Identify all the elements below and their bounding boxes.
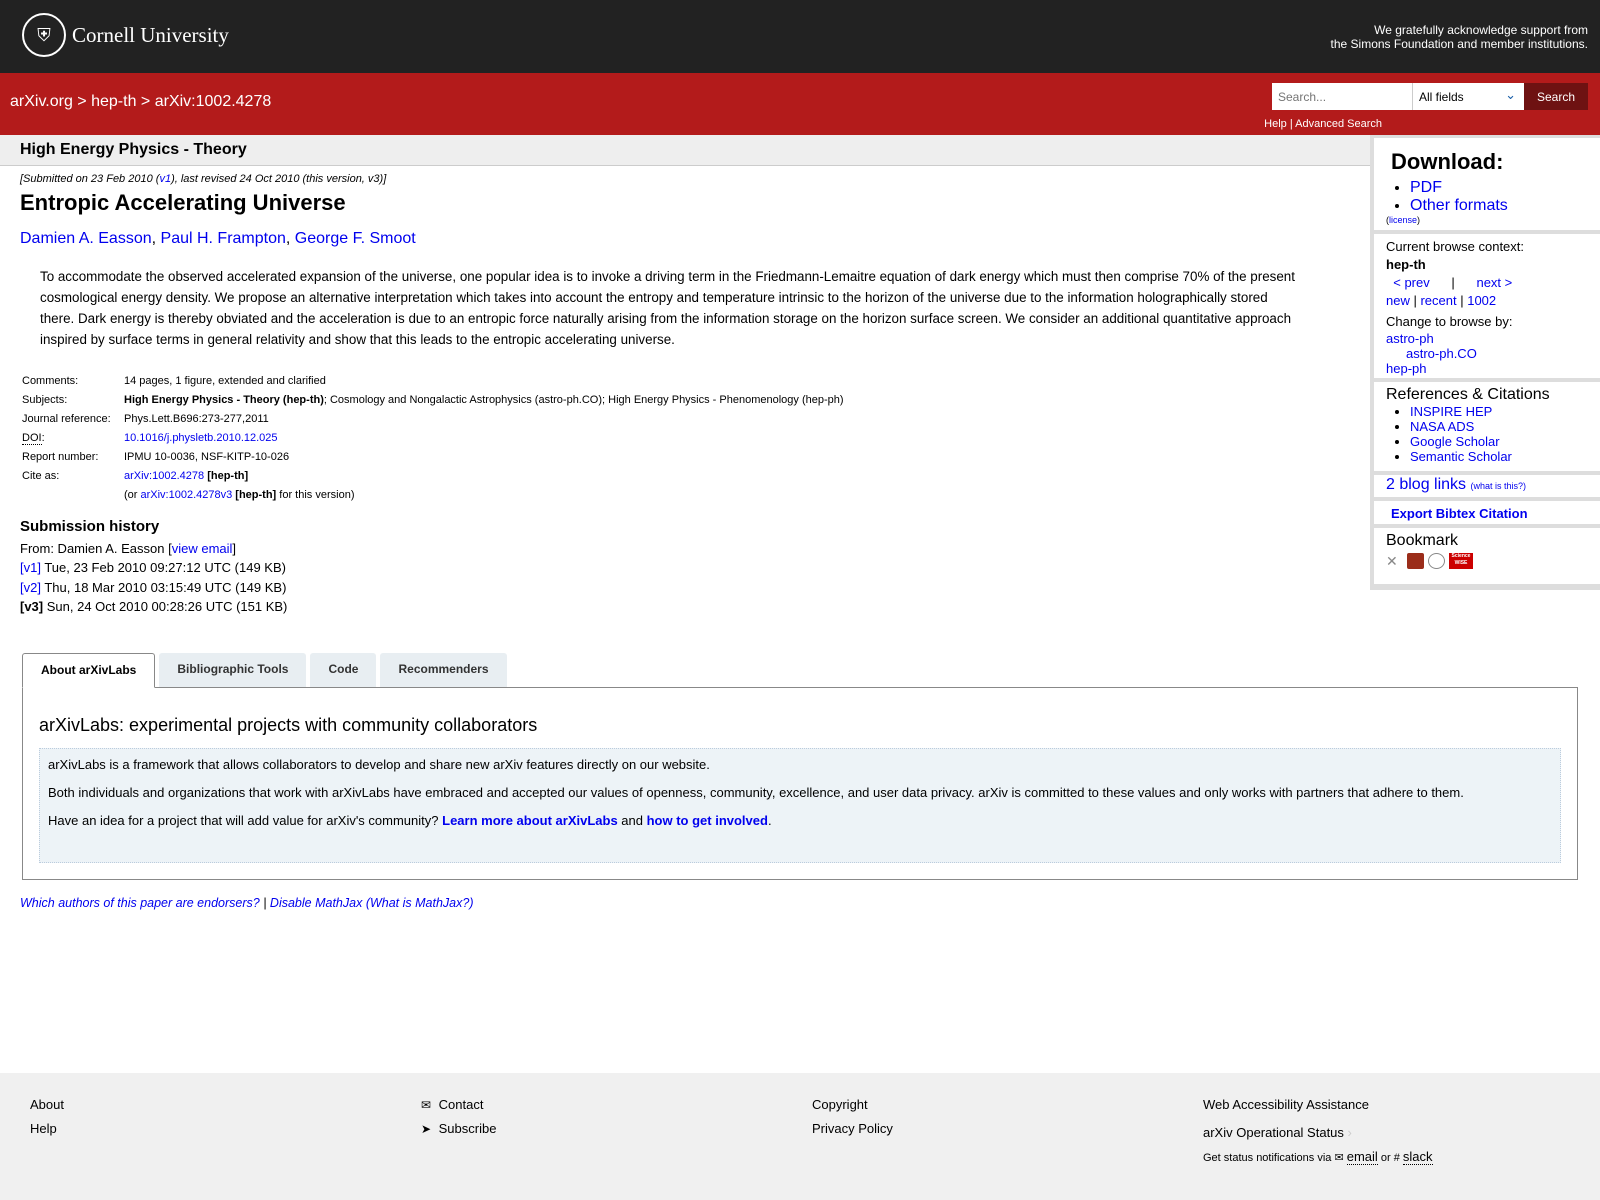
search-form: All fields⌄ Search — [1272, 83, 1588, 110]
author-link[interactable]: Paul H. Frampton — [161, 230, 286, 247]
envelope-icon: ✉ — [1334, 1152, 1344, 1164]
endorser-links: Which authors of this paper are endorser… — [20, 896, 474, 910]
what-is-this-link[interactable]: (what is this?) — [1471, 481, 1527, 491]
breadcrumb: arXiv.org > hep-th > arXiv:1002.4278 — [10, 93, 272, 110]
crumb-paper[interactable]: arXiv:1002.4278 — [155, 93, 272, 110]
labs-panel: arXivLabs: experimental projects with co… — [22, 687, 1578, 880]
other-formats-link[interactable]: Other formats — [1410, 197, 1508, 214]
v1-link[interactable]: v1 — [159, 173, 171, 185]
help-link[interactable]: Help — [1264, 118, 1287, 130]
logo-text: Cornell University — [72, 22, 229, 47]
next-link[interactable]: next > — [1476, 275, 1512, 290]
browse-astro-ph-co[interactable]: astro-ph.CO — [1406, 346, 1477, 361]
disable-mathjax-link[interactable]: Disable MathJax — [270, 896, 362, 910]
paper-main: High Energy Physics - Theory [Submitted … — [0, 135, 1370, 617]
dateline: [Submitted on 23 Feb 2010 (v1), last rev… — [20, 173, 387, 185]
footer-status[interactable]: arXiv Operational Status — [1203, 1125, 1344, 1140]
paper-title: Entropic Accelerating Universe — [20, 190, 346, 215]
export-bibtex-link[interactable]: Export Bibtex Citation — [1391, 506, 1528, 521]
footer-subscribe[interactable]: Subscribe — [439, 1121, 497, 1136]
footer-copyright[interactable]: Copyright — [812, 1097, 868, 1112]
cornell-header: ⛨ Cornell University We gratefully ackno… — [0, 0, 1600, 73]
chevron-down-icon: ⌄ — [1505, 87, 1516, 102]
footer-help[interactable]: Help — [30, 1121, 57, 1136]
browse-astro-ph[interactable]: astro-ph — [1386, 331, 1434, 346]
field-select[interactable]: All fields ⌄ — [1412, 83, 1524, 110]
footer-accessibility[interactable]: Web Accessibility Assistance — [1203, 1097, 1369, 1112]
acknowledgement: We gratefully acknowledge support from th… — [1330, 23, 1588, 51]
learn-more-link[interactable]: Learn more about arXivLabs — [442, 813, 618, 828]
tab-code[interactable]: Code — [310, 653, 377, 687]
browse-hep-ph[interactable]: hep-ph — [1386, 361, 1426, 376]
search-input[interactable] — [1272, 83, 1412, 110]
blog-links[interactable]: 2 blog links — [1386, 476, 1466, 493]
footer-contact[interactable]: Contact — [439, 1097, 484, 1112]
crumb-arxiv[interactable]: arXiv.org — [10, 93, 73, 110]
labs-tabs: About arXivLabs Bibliographic Tools Code… — [22, 653, 507, 688]
reddit-icon[interactable] — [1428, 553, 1445, 569]
sciencewise-icon[interactable]: Science WISE — [1449, 553, 1473, 569]
crumb-hep-th[interactable]: hep-th — [91, 93, 136, 110]
abstract: To accommodate the observed accelerated … — [40, 269, 1295, 347]
google-scholar-link[interactable]: Google Scholar — [1410, 434, 1500, 449]
tab-bibliographic-tools[interactable]: Bibliographic Tools — [159, 653, 307, 687]
get-involved-link[interactable]: how to get involved — [647, 813, 768, 828]
footer: About Help ✉ Contact ➤ Subscribe Copyright… — [0, 1073, 1600, 1200]
slack-icon: # — [1393, 1152, 1400, 1164]
tab-recommenders[interactable]: Recommenders — [380, 653, 507, 687]
status-slack-link[interactable]: slack — [1402, 1149, 1433, 1165]
recent-link[interactable]: recent — [1420, 293, 1456, 308]
view-email-link[interactable]: view email — [172, 541, 233, 556]
envelope-icon: ✉ — [421, 1098, 432, 1112]
paper-plane-icon: ➤ — [421, 1122, 432, 1136]
arxiv-header: arXiv.org > hep-th > arXiv:1002.4278 All… — [0, 73, 1600, 135]
endorsers-link[interactable]: Which authors of this paper are endorser… — [20, 896, 260, 910]
author-link[interactable]: George F. Smoot — [295, 230, 416, 247]
bibsonomy-icon[interactable]: ✕ — [1386, 553, 1403, 569]
mendeley-icon[interactable] — [1407, 553, 1424, 569]
author-link[interactable]: Damien A. Easson — [20, 230, 152, 247]
new-link[interactable]: new — [1386, 293, 1410, 308]
cornell-logo[interactable]: ⛨ Cornell University — [22, 13, 229, 57]
cornell-seal-icon: ⛨ — [22, 13, 66, 57]
submission-history: Submission history From: Damien A. Easso… — [20, 518, 288, 614]
month-link[interactable]: 1002 — [1467, 293, 1496, 308]
sidebar: Download: PDFOther formats (license) Cur… — [1370, 135, 1600, 590]
cite-version-link[interactable]: arXiv:1002.4278v3 — [141, 489, 233, 501]
authors: Damien A. Easson, Paul H. Frampton, Geor… — [20, 230, 416, 247]
prev-link[interactable]: < prev — [1393, 275, 1430, 290]
doi-link[interactable]: 10.1016/j.physletb.2010.12.025 — [124, 432, 278, 444]
metadata-table: Comments: 14 pages, 1 figure, extended an… — [22, 375, 844, 501]
footer-about[interactable]: About — [30, 1097, 64, 1112]
what-is-mathjax-link[interactable]: (What is MathJax?) — [366, 896, 474, 910]
category-heading: High Energy Physics - Theory — [0, 135, 1370, 166]
chevron-right-icon: › — [1347, 1125, 1352, 1140]
nasa-ads-link[interactable]: NASA ADS — [1410, 419, 1474, 434]
version-link[interactable]: [v2] — [20, 580, 41, 595]
search-button[interactable]: Search — [1524, 83, 1588, 110]
advanced-search-link[interactable]: Advanced Search — [1295, 118, 1382, 130]
version-link[interactable]: [v1] — [20, 560, 41, 575]
inspire-link[interactable]: INSPIRE HEP — [1410, 404, 1492, 419]
license-link[interactable]: license — [1389, 215, 1417, 225]
footer-privacy[interactable]: Privacy Policy — [812, 1121, 893, 1136]
tab-about-arxivlabs[interactable]: About arXivLabs — [22, 653, 156, 688]
cite-link[interactable]: arXiv:1002.4278 — [124, 470, 204, 482]
status-email-link[interactable]: email — [1346, 1149, 1378, 1165]
semantic-scholar-link[interactable]: Semantic Scholar — [1410, 449, 1512, 464]
pdf-link[interactable]: PDF — [1410, 179, 1442, 196]
